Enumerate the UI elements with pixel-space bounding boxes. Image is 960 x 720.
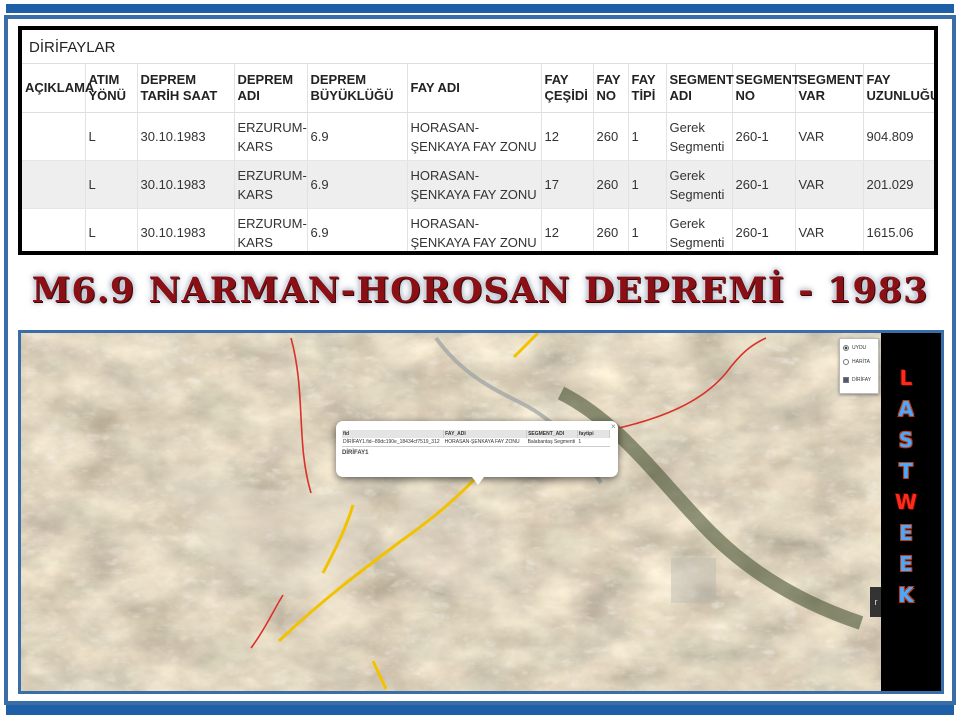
- table-cell: 30.10.1983: [137, 112, 235, 161]
- column-header[interactable]: FAY ÇEŞİDİ: [541, 64, 594, 113]
- popup-value: HORASAN-ŞENKAYA FAY ZONU: [443, 438, 527, 447]
- top-blue-bar: [6, 4, 954, 13]
- satellite-map-panel[interactable]: × fid FAY_ADI SEGMENT_ADI faytipi DİRİFA…: [18, 330, 944, 694]
- table-cell: HORASAN-ŞENKAYA FAY ZONU: [407, 208, 542, 251]
- table-cell: ERZURUM-KARS: [234, 208, 308, 251]
- popup-header: faytipi: [577, 430, 611, 438]
- column-header[interactable]: SEGMENT ADI: [666, 64, 734, 113]
- table-cell: 30.10.1983: [137, 208, 235, 251]
- table-cell: ERZURUM-KARS: [234, 112, 308, 161]
- popup-header: FAY_ADI: [443, 430, 528, 438]
- logo-letter: S: [898, 428, 914, 452]
- column-header[interactable]: FAY ADI: [407, 64, 542, 113]
- table-cell: 30.10.1983: [137, 160, 235, 209]
- column-header[interactable]: ATIM YÖNÜ: [85, 64, 138, 113]
- table-cell: L: [85, 208, 138, 251]
- table-row[interactable]: L 30.10.1983 ERZURUM-KARS 6.9 HORASAN-ŞE…: [22, 112, 934, 161]
- layer-option-uydu[interactable]: UYDU: [843, 343, 866, 353]
- table-row[interactable]: L 30.10.1983 ERZURUM-KARS 6.9 HORASAN-ŞE…: [22, 208, 934, 251]
- column-header[interactable]: DEPREM BÜYÜKLÜĞÜ: [307, 64, 408, 113]
- layer-option-harita[interactable]: HARİTA: [843, 357, 870, 367]
- table-cell: [22, 160, 86, 209]
- table-cell: Gerek Segmenti: [666, 160, 733, 209]
- table-cell: 260: [593, 112, 629, 161]
- feature-info-popup: × fid FAY_ADI SEGMENT_ADI faytipi DİRİFA…: [336, 421, 618, 485]
- table-cell: 1: [628, 208, 667, 251]
- close-icon[interactable]: ×: [611, 422, 616, 431]
- table-cell: 260-1: [732, 208, 796, 251]
- table-header-row: AÇIKLAMA ATIM YÖNÜ DEPREM TARİH SAAT DEP…: [22, 64, 934, 113]
- table-cell: 6.9: [307, 160, 408, 209]
- fault-attribute-table: AÇIKLAMA ATIM YÖNÜ DEPREM TARİH SAAT DEP…: [22, 64, 934, 251]
- layer-label: DİRİFAY: [852, 377, 872, 383]
- logo-letter: A: [898, 397, 914, 421]
- layer-label: HARİTA: [852, 359, 870, 365]
- column-header[interactable]: DEPREM ADI: [234, 64, 308, 113]
- popup-header: fid: [342, 430, 445, 438]
- table-row[interactable]: L 30.10.1983 ERZURUM-KARS 6.9 HORASAN-ŞE…: [22, 160, 934, 209]
- column-header[interactable]: SEGMENT VAR: [795, 64, 864, 113]
- column-header[interactable]: FAY NO: [593, 64, 629, 113]
- table-cell: 201.029: [863, 160, 934, 209]
- logo-letter: W: [894, 490, 918, 514]
- column-header[interactable]: SEGMENT NO: [732, 64, 800, 113]
- table-cell: 17: [541, 160, 594, 209]
- column-header[interactable]: FAY TİPİ: [628, 64, 667, 113]
- table-cell: VAR: [795, 112, 864, 161]
- fault-table-panel: DİRİFAYLAR AÇIKLAMA ATIM YÖNÜ DEPREM TAR…: [18, 26, 938, 255]
- table-cell: 904.809: [863, 112, 934, 161]
- logo-letter: L: [899, 366, 913, 390]
- checkbox-checked-icon[interactable]: [843, 377, 849, 383]
- table-cell: 260: [593, 160, 629, 209]
- table-cell: Gerek Segmenti: [666, 112, 733, 161]
- table-cell: 260-1: [732, 112, 796, 161]
- table-cell: 1615.06: [863, 208, 934, 251]
- feature-attribute-table: fid FAY_ADI SEGMENT_ADI faytipi DİRİFAY1…: [342, 430, 611, 447]
- table-cell: Gerek Segmenti: [666, 208, 733, 251]
- table-cell: ERZURUM-KARS: [234, 160, 308, 209]
- column-header[interactable]: DEPREM TARİH SAAT: [137, 64, 235, 113]
- popup-header: SEGMENT_ADI: [526, 430, 578, 438]
- layer-label: UYDU: [852, 345, 867, 351]
- table-cell: [22, 112, 86, 161]
- table-cell: L: [85, 160, 138, 209]
- lastweek-vertical-logo: L A S T W E E K: [894, 363, 918, 611]
- table-cell: 260-1: [732, 160, 796, 209]
- logo-letter: E: [899, 521, 913, 545]
- table-cell: 1: [628, 160, 667, 209]
- table-cell: L: [85, 112, 138, 161]
- column-header[interactable]: FAY UZUNLUĞU: [863, 64, 934, 113]
- logo-letter: E: [899, 552, 913, 576]
- slide-title-banner: M6.9 NARMAN-HOROSAN DEPREMİ - 1983: [31, 270, 929, 311]
- table-cell: 12: [541, 112, 594, 161]
- radio-selected-icon[interactable]: [843, 345, 849, 351]
- column-header[interactable]: AÇIKLAMA: [22, 64, 94, 113]
- logo-letter: T: [899, 459, 913, 483]
- table-cell: 1: [628, 112, 667, 161]
- table-cell: 12: [541, 208, 594, 251]
- table-cell: 260: [593, 208, 629, 251]
- table-cell: VAR: [795, 208, 864, 251]
- table-cell: [22, 208, 86, 251]
- logo-letter: K: [898, 583, 914, 607]
- village-area: [671, 558, 716, 603]
- panel-title: DİRİFAYLAR: [22, 30, 934, 64]
- table-cell: 6.9: [307, 208, 408, 251]
- bottom-blue-bar: [6, 705, 954, 715]
- popup-value: Balabantaş Segmenti: [526, 438, 578, 447]
- table-cell: HORASAN-ŞENKAYA FAY ZONU: [407, 160, 542, 209]
- popup-value: 1: [577, 438, 610, 447]
- satellite-terrain[interactable]: [21, 333, 881, 691]
- popup-value: DİRİFAY1.fid--89dc190e_18434cf7519_312: [342, 438, 444, 447]
- table-cell: VAR: [795, 160, 864, 209]
- table-cell: HORASAN-ŞENKAYA FAY ZONU: [407, 112, 542, 161]
- layer-switcher: UYDU HARİTA DİRİFAY: [839, 338, 879, 394]
- radio-icon[interactable]: [843, 359, 849, 365]
- table-cell: 6.9: [307, 112, 408, 161]
- popup-layer-name: DİRİFAY1: [342, 450, 369, 456]
- layer-option-dirifay[interactable]: DİRİFAY: [843, 375, 871, 385]
